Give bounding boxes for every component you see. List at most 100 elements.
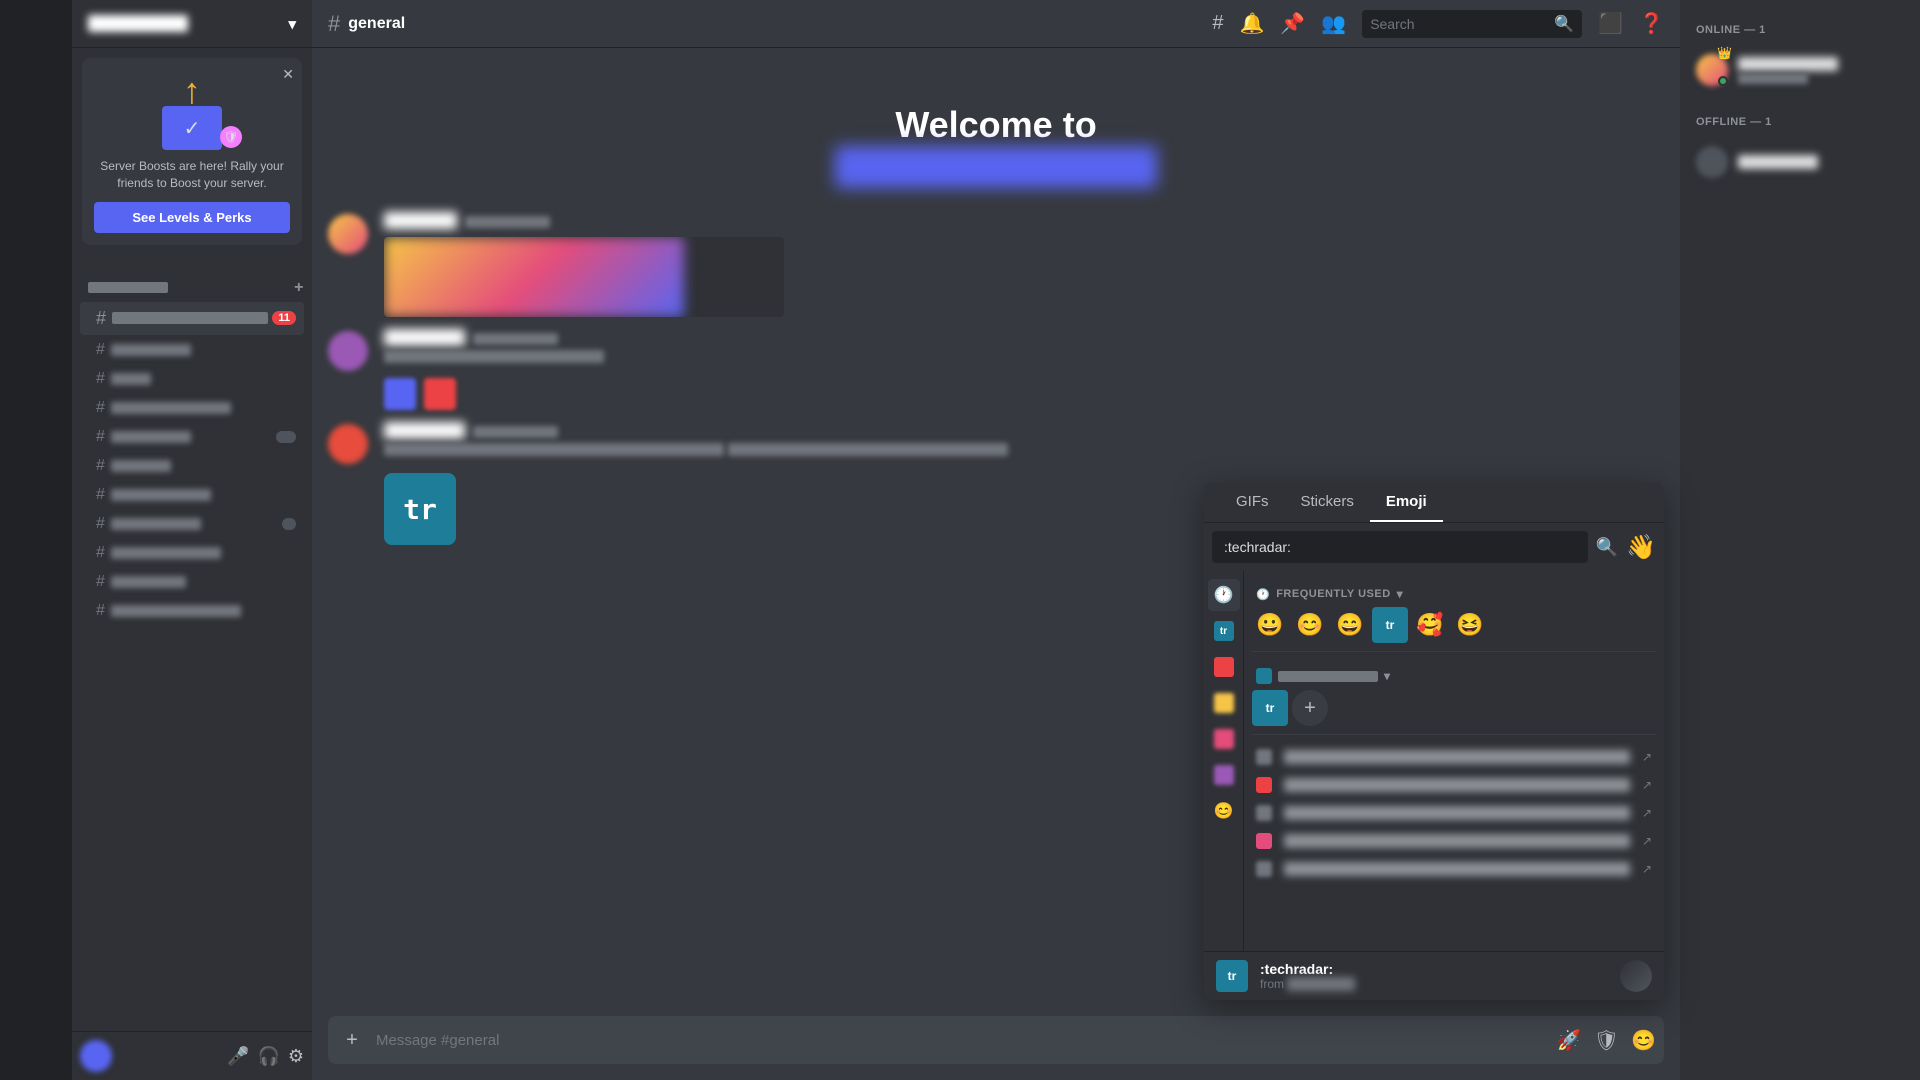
category-label — [88, 282, 168, 293]
hash-icon: # — [96, 515, 105, 533]
row-icon — [1256, 833, 1272, 849]
channel-item[interactable]: # — [80, 423, 304, 451]
boost-shield-icon: 🛡 — [220, 126, 242, 148]
chevron-down-icon[interactable]: ▾ — [288, 15, 296, 33]
channel-item[interactable]: # — [80, 452, 304, 480]
hash-icon: # — [96, 308, 106, 329]
boost-banner-image: ↑ ✓ 🛡 — [94, 70, 290, 150]
section-divider — [1252, 651, 1656, 652]
emoji-search-input[interactable] — [1212, 531, 1588, 563]
emoji-item-tr[interactable]: tr — [1372, 607, 1408, 643]
server-header[interactable]: Server Name ▾ — [72, 0, 312, 48]
message-timestamp: Today at 0:00 AM — [465, 216, 550, 228]
emoji-footer-avatar — [1620, 960, 1652, 992]
category-add-icon[interactable]: + — [294, 279, 304, 297]
emoji-cat-custom1[interactable]: tr — [1208, 615, 1240, 647]
settings-icon[interactable]: ⚙ — [288, 1046, 304, 1067]
close-icon[interactable]: ✕ — [282, 66, 294, 83]
emoji-server-name: ServerName — [1287, 977, 1354, 991]
emoji-footer: tr :techradar: from ServerName — [1204, 951, 1664, 1000]
channel-name — [111, 373, 151, 385]
channel-name — [111, 576, 186, 588]
headphones-icon[interactable]: 🎧 — [257, 1046, 279, 1067]
row-count: ↗ — [1642, 750, 1652, 764]
emoji-footer-text: :techradar: from ServerName — [1260, 961, 1608, 991]
server-name-blurred: ████████████ — [835, 146, 1157, 188]
emoji-custom-row[interactable]: ↗ — [1252, 743, 1656, 771]
shield-icon[interactable]: 🛡 — [1594, 1028, 1619, 1053]
hash-icon: # — [96, 457, 105, 475]
channel-name — [111, 431, 191, 443]
channel-item[interactable]: # — [80, 336, 304, 364]
bell-icon[interactable]: 🔔 — [1239, 11, 1264, 36]
section-chevron-icon[interactable]: ▾ — [1384, 669, 1391, 683]
channel-item[interactable]: # — [80, 510, 304, 538]
emoji-custom-row[interactable]: ↗ — [1252, 855, 1656, 883]
threads-icon[interactable]: # — [1212, 12, 1223, 35]
message-text — [384, 350, 604, 363]
member-item[interactable]: 👑 — [1688, 48, 1912, 92]
add-attachment-button[interactable]: + — [336, 1024, 368, 1056]
row-icon — [1256, 861, 1272, 877]
member-name — [1738, 155, 1818, 169]
channel-item[interactable]: # — [80, 539, 304, 567]
tab-emoji[interactable]: Emoji — [1370, 483, 1443, 522]
boost-card-icon: ✓ — [162, 106, 222, 150]
message-text — [728, 443, 1008, 456]
channel-badge — [276, 431, 296, 443]
inbox-icon[interactable]: ⬛ — [1598, 11, 1623, 36]
channel-category: + — [72, 263, 312, 301]
emoji-picker-overlay: GIFs Stickers Emoji 🔍 👋 🕐 tr — [1204, 483, 1664, 1000]
emoji-item[interactable]: 🥰 — [1412, 607, 1448, 643]
add-emoji-button[interactable]: + — [1292, 690, 1328, 726]
search-bar[interactable]: Search 🔍 — [1362, 10, 1582, 38]
user-controls: 🎤 🎧 ⚙ — [227, 1046, 304, 1067]
channel-name — [111, 402, 231, 414]
channel-item[interactable]: # — [80, 568, 304, 596]
input-container: + 🚀 🛡 😊 — [328, 1016, 1664, 1064]
emoji-cat-custom4[interactable] — [1208, 723, 1240, 755]
row-icon — [1256, 805, 1272, 821]
emoji-item[interactable]: 😊 — [1292, 607, 1328, 643]
pin-icon[interactable]: 📌 — [1280, 11, 1305, 36]
members-icon[interactable]: 👥 — [1321, 11, 1346, 36]
see-levels-perks-button[interactable]: See Levels & Perks — [94, 202, 290, 233]
avatar — [328, 214, 368, 254]
channel-item[interactable]: # — [80, 481, 304, 509]
help-icon[interactable]: ❓ — [1639, 11, 1664, 36]
emoji-item[interactable]: 😀 — [1252, 607, 1288, 643]
message-text — [384, 443, 724, 456]
channel-item[interactable]: # — [80, 394, 304, 422]
emoji-content: 🕐 FREQUENTLY USED ▾ 😀 😊 😄 tr 🥰 😆 — [1244, 571, 1664, 951]
emoji-cat-custom5[interactable] — [1208, 759, 1240, 791]
online-status-indicator — [1718, 76, 1728, 86]
row-count: ↗ — [1642, 862, 1652, 876]
mic-icon[interactable]: 🎤 — [227, 1046, 249, 1067]
channel-item[interactable]: # — [80, 365, 304, 393]
emoji-custom-row[interactable]: ↗ — [1252, 827, 1656, 855]
member-item[interactable] — [1688, 140, 1912, 184]
channel-item[interactable]: # — [80, 597, 304, 625]
emoji-cat-clock[interactable]: 🕐 — [1208, 579, 1240, 611]
emoji-custom-row[interactable]: ↗ — [1252, 771, 1656, 799]
emoji-cat-custom3[interactable] — [1208, 687, 1240, 719]
section-chevron-icon[interactable]: ▾ — [1397, 587, 1404, 601]
message-author: Username — [384, 212, 457, 229]
emoji-cat-smileys[interactable]: 😊 — [1208, 795, 1240, 827]
emoji-picker-button[interactable]: 😊 — [1631, 1028, 1656, 1053]
tab-stickers[interactable]: Stickers — [1285, 483, 1370, 522]
channel-item-general[interactable]: # 11 — [80, 302, 304, 335]
emoji-item-tr[interactable]: tr — [1252, 690, 1288, 726]
message-timestamp: Today at 0:00 AM — [473, 426, 558, 438]
emoji-custom-row[interactable]: ↗ — [1252, 799, 1656, 827]
emoji-cat-custom2[interactable] — [1208, 651, 1240, 683]
message-input[interactable] — [368, 1032, 1557, 1049]
hash-icon: # — [328, 11, 340, 37]
row-name — [1284, 806, 1630, 820]
member-avatar-container — [1696, 146, 1728, 178]
emoji-item[interactable]: 😆 — [1452, 607, 1488, 643]
emoji-item[interactable]: 😄 — [1332, 607, 1368, 643]
tab-gifs[interactable]: GIFs — [1220, 483, 1285, 522]
gift-icon[interactable]: 🚀 — [1557, 1028, 1582, 1053]
message-author: Username3 — [384, 422, 465, 439]
